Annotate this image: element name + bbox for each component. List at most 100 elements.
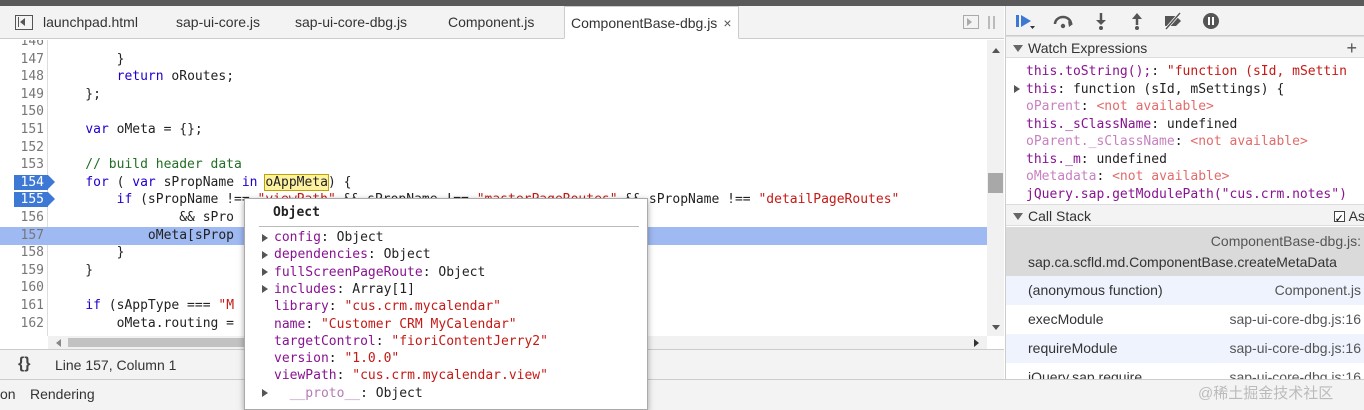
call-stack-header[interactable]: Call Stack As <box>1006 204 1364 230</box>
scroll-thumb[interactable] <box>68 338 248 347</box>
tab-launchpad[interactable]: launchpad.html <box>43 6 138 39</box>
watch-item[interactable]: oMetadata: <not available> <box>1026 168 1230 186</box>
line-number[interactable]: 149 <box>0 86 44 104</box>
vertical-scrollbar[interactable] <box>987 40 1004 336</box>
add-watch-icon[interactable]: + <box>1346 37 1357 59</box>
line-number[interactable]: 151 <box>0 121 44 139</box>
tab-componentbase-dbg[interactable]: ComponentBase-dbg.js × <box>564 6 739 39</box>
watch-item[interactable]: oParent._sClassName: <not available> <box>1026 133 1308 151</box>
line-number[interactable]: 156 <box>0 209 44 227</box>
code-line[interactable]: 147 } <box>0 51 987 69</box>
scroll-down-icon[interactable] <box>992 325 1000 330</box>
expand-icon[interactable] <box>262 233 268 242</box>
object-property[interactable]: config: Object <box>274 229 384 247</box>
watch-item[interactable]: this._m: undefined <box>1026 151 1167 169</box>
frame-function: (anonymous function) <box>1028 282 1163 298</box>
close-tab-icon[interactable]: × <box>723 15 731 31</box>
navigator-toggle-icon[interactable] <box>15 15 33 30</box>
line-number[interactable]: 158 <box>0 244 44 262</box>
object-property[interactable]: includes: Array[1] <box>274 281 415 299</box>
popover-divider <box>259 226 639 227</box>
call-frame-selected[interactable]: ComponentBase-dbg.js: sap.ca.scfld.md.Co… <box>1006 227 1364 276</box>
line-number[interactable]: 146 <box>0 40 44 51</box>
object-property[interactable]: __proto__: Object <box>274 385 423 403</box>
tab-label: ComponentBase-dbg.js <box>571 15 718 31</box>
object-property: name: "Customer CRM MyCalendar" <box>274 316 517 332</box>
step-out-icon[interactable] <box>1126 12 1148 30</box>
line-number[interactable]: 147 <box>0 51 44 69</box>
drawer-tab-console[interactable]: on <box>0 386 16 402</box>
expand-icon[interactable] <box>262 268 268 277</box>
line-number[interactable]: 148 <box>0 68 44 86</box>
resume-icon[interactable] <box>1014 12 1036 30</box>
line-number[interactable]: 157 <box>0 227 44 245</box>
async-checkbox[interactable]: As <box>1333 205 1364 230</box>
expand-icon[interactable] <box>1014 85 1020 93</box>
code-text: oMeta.routing = <box>54 315 235 331</box>
line-number[interactable]: 161 <box>0 297 44 315</box>
cursor-position: Line 157, Column 1 <box>55 357 177 373</box>
code-line[interactable]: 153 // build header data <box>0 156 987 174</box>
code-text: return oRoutes; <box>116 69 235 85</box>
line-number[interactable]: 150 <box>0 103 44 121</box>
debugger-toolbar <box>1006 6 1364 36</box>
call-frame[interactable]: jQuery.sap.require sap-ui-core-dbg.js:16 <box>1006 363 1364 379</box>
code-text: for ( var sPropName in oAppMeta) { <box>85 173 352 191</box>
call-frame[interactable]: execModule sap-ui-core-dbg.js:16 <box>1006 305 1364 334</box>
line-number[interactable]: 159 <box>0 262 44 280</box>
line-number[interactable]: 153 <box>0 156 44 174</box>
collapse-icon <box>1013 213 1023 220</box>
watch-item[interactable]: this._sClassName: undefined <box>1026 116 1237 134</box>
step-into-icon[interactable] <box>1090 12 1112 30</box>
code-line[interactable]: 149 }; <box>0 86 987 104</box>
code-line[interactable]: 148 return oRoutes; <box>0 68 987 86</box>
watch-item[interactable]: this.toString();: "function (sId, mSetti… <box>1026 63 1347 81</box>
scroll-left-icon[interactable] <box>56 339 61 347</box>
step-over-icon[interactable] <box>1052 12 1074 30</box>
line-number[interactable]: 160 <box>0 279 44 297</box>
line-number[interactable]: 155 <box>0 191 44 209</box>
code-text: if (sAppType === "M <box>85 298 235 313</box>
code-line[interactable]: 150 <box>0 103 987 121</box>
watch-item[interactable]: this: function (sId, mSettings) { <box>1026 81 1284 99</box>
call-frame[interactable]: requireModule sap-ui-core-dbg.js:16 <box>1006 334 1364 363</box>
popover-title: Object <box>273 205 320 220</box>
tab-sap-ui-core[interactable]: sap-ui-core.js <box>176 6 260 39</box>
hovered-identifier[interactable]: oAppMeta <box>264 173 329 191</box>
watch-item[interactable]: jQuery.sap.getModulePath("cus.crm.notes"… <box>1026 186 1347 204</box>
expand-icon[interactable] <box>262 285 268 294</box>
code-line[interactable]: 146 <box>0 40 987 51</box>
line-number[interactable]: 162 <box>0 315 44 333</box>
expand-icon[interactable] <box>262 250 268 259</box>
code-text: } <box>54 51 125 67</box>
code-line[interactable]: 151 var oMeta = {}; <box>0 121 987 139</box>
code-line[interactable]: 152 <box>0 139 987 157</box>
scroll-right-icon[interactable] <box>974 339 979 347</box>
collapse-icon <box>1013 45 1023 52</box>
expand-icon[interactable] <box>262 389 268 398</box>
scroll-thumb[interactable] <box>988 173 1003 193</box>
watch-expressions-header[interactable]: Watch Expressions + <box>1006 36 1364 58</box>
scroll-up-icon[interactable] <box>992 48 1000 53</box>
pretty-print-button[interactable]: {} <box>18 355 30 373</box>
line-number[interactable]: 154 <box>0 174 44 192</box>
object-property[interactable]: fullScreenPageRoute: Object <box>274 264 485 282</box>
tab-sap-ui-core-dbg[interactable]: sap-ui-core-dbg.js <box>295 6 407 39</box>
code-text: && sPro <box>54 210 235 225</box>
call-frame[interactable]: (anonymous function) Component.js <box>1006 276 1364 305</box>
frame-location: sap-ui-core-dbg.js:16 <box>1229 369 1361 379</box>
drawer-tab-rendering[interactable]: Rendering <box>30 386 95 402</box>
deactivate-breakpoints-icon[interactable] <box>1162 12 1184 30</box>
object-property[interactable]: dependencies: Object <box>274 246 431 264</box>
object-property: library: "cus.crm.mycalendar" <box>274 299 501 315</box>
code-line[interactable]: 154 for ( var sPropName in oAppMeta) { <box>0 173 987 192</box>
line-number[interactable]: 152 <box>0 139 44 157</box>
debugger-toggle-icon[interactable] <box>963 15 979 29</box>
object-property: viewPath: "cus.crm.mycalendar.view" <box>274 368 548 384</box>
tab-component[interactable]: Component.js <box>448 6 534 39</box>
code-text: } <box>54 262 94 278</box>
watch-item[interactable]: oParent: <not available> <box>1026 98 1214 116</box>
pause-on-exceptions-icon[interactable] <box>1200 12 1222 30</box>
checkbox-checked-icon[interactable] <box>1333 208 1345 230</box>
frame-function: requireModule <box>1028 340 1118 356</box>
